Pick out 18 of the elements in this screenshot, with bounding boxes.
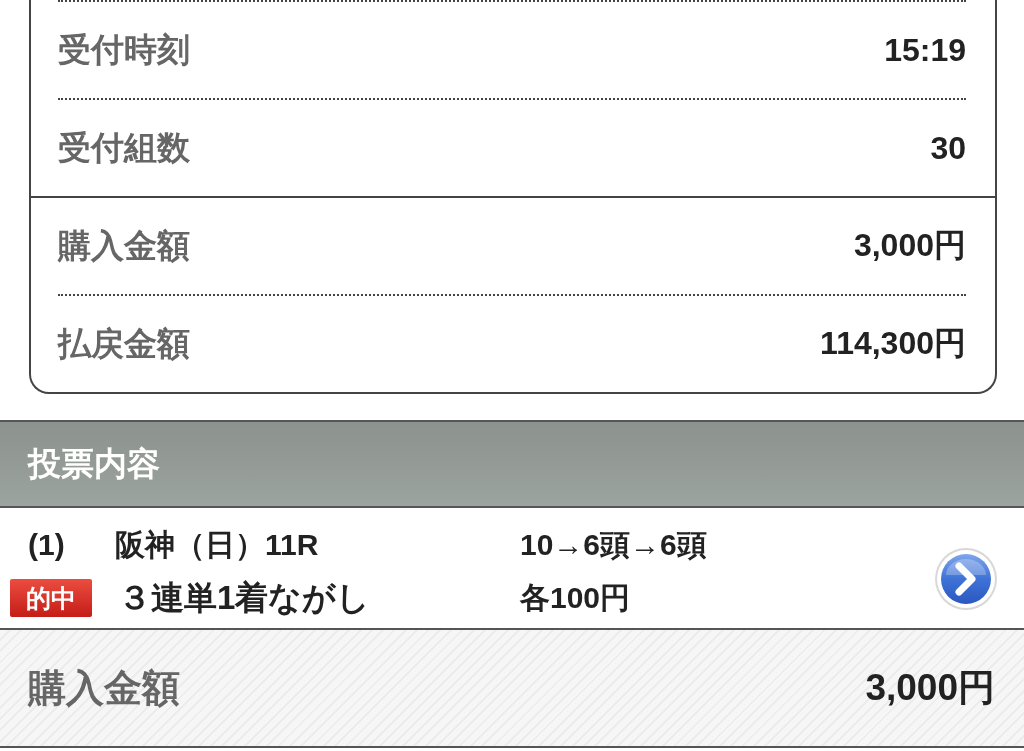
summary-label: 受付時刻	[58, 29, 190, 70]
summary-value: 15:19	[884, 31, 966, 69]
bet-type: ３連単1着ながし	[117, 577, 372, 618]
summary-value: 30	[930, 129, 966, 167]
result-badge: 的中	[10, 579, 92, 617]
summary-label: 購入金額	[58, 225, 190, 266]
summary-label: 受付組数	[58, 127, 190, 168]
bet-number: (1)	[27, 528, 65, 562]
summary-value: 3,000円	[853, 226, 966, 265]
summary-value: 114,300円	[820, 324, 966, 363]
race-name: 阪神（日）11R	[115, 526, 320, 563]
summary-label: 払戻金額	[58, 323, 190, 364]
bet-amount: 各100円	[520, 579, 632, 616]
section-title: 投票内容	[28, 443, 160, 484]
chevron-right-icon[interactable]	[934, 547, 998, 611]
total-label: 購入金額	[28, 665, 180, 711]
total-value: 3,000円	[865, 666, 995, 710]
bet-selection: 10→6頭→6頭	[520, 526, 708, 563]
